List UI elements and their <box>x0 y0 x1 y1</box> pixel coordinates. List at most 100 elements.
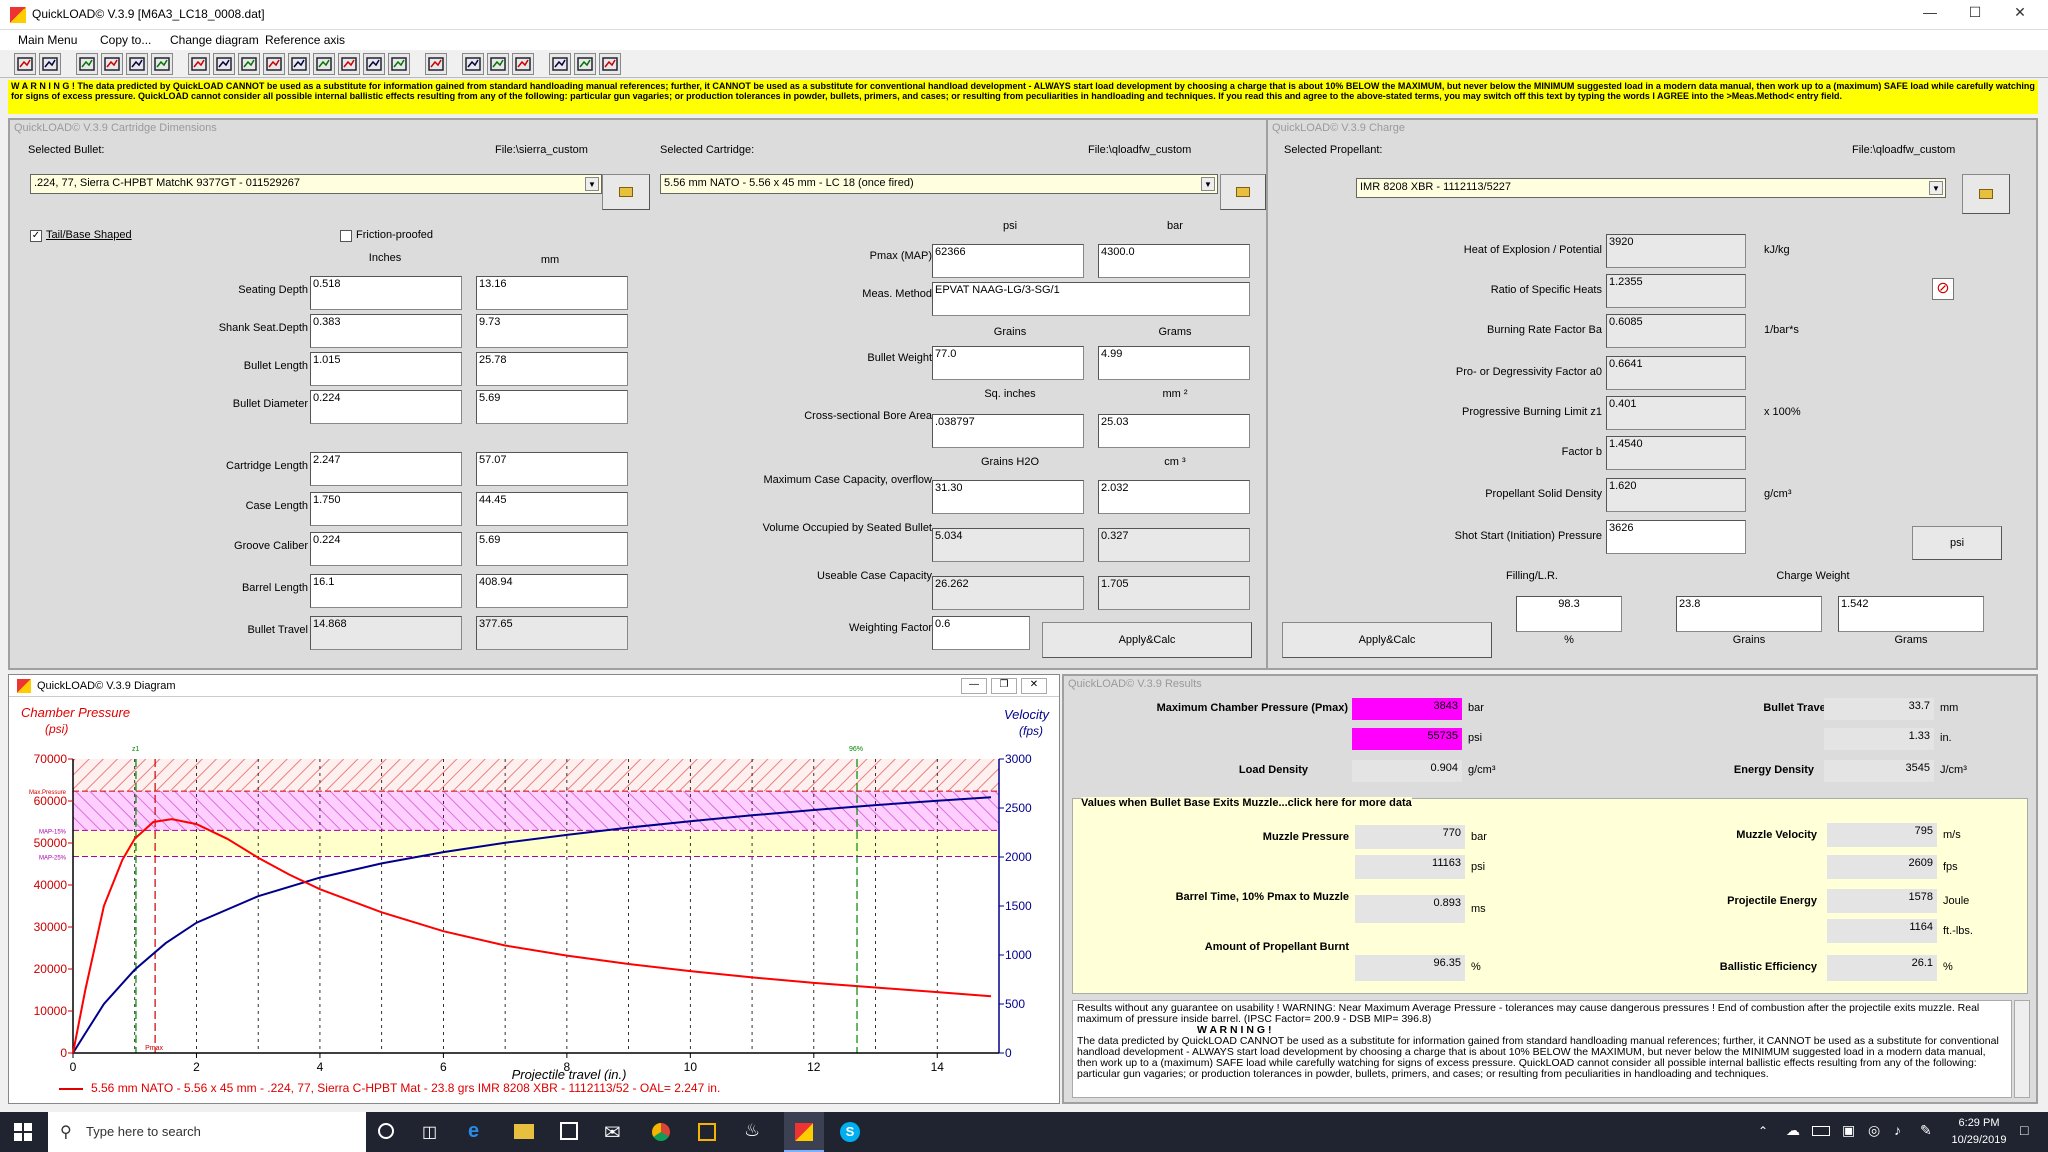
propellant-select[interactable]: IMR 8208 XBR - 1112113/5227 ▼ <box>1356 178 1946 198</box>
toolbar-open-icon[interactable] <box>14 53 36 75</box>
quickload-taskbar-icon[interactable] <box>784 1112 824 1152</box>
chevron-down-icon[interactable]: ▼ <box>1201 177 1215 191</box>
dim-row-mm-field[interactable]: 5.69 <box>476 532 628 566</box>
notifications-icon[interactable]: □ <box>2020 1122 2028 1138</box>
toolbar-print2-icon[interactable] <box>574 53 596 75</box>
skype-icon[interactable]: S <box>840 1122 860 1142</box>
pmax-psi-field[interactable]: 62366 <box>932 244 1084 278</box>
menu-reference-axis[interactable]: Reference axis <box>265 33 345 47</box>
toolbar-table-icon[interactable] <box>188 53 210 75</box>
dim-row-mm-field[interactable]: 25.78 <box>476 352 628 386</box>
charge-apply-calc-button[interactable]: Apply&Calc <box>1282 622 1492 658</box>
case-capacity-cm-field[interactable]: 2.032 <box>1098 480 1250 514</box>
cortana-icon[interactable] <box>378 1123 394 1139</box>
dim-row-inches-field[interactable]: 2.247 <box>310 452 462 486</box>
bore-area-mm-field[interactable]: 25.03 <box>1098 414 1250 448</box>
bullet-open-button[interactable] <box>602 174 650 210</box>
dim-row-inches-field[interactable]: 0.224 <box>310 532 462 566</box>
propellant-open-button[interactable] <box>1962 174 2010 214</box>
charge-grains-field[interactable]: 23.8 <box>1676 596 1822 632</box>
dim-row-inches-field[interactable]: 16.1 <box>310 574 462 608</box>
diagram-close-button[interactable]: ✕ <box>1021 678 1047 694</box>
pen-icon[interactable]: ✎ <box>1920 1122 1932 1139</box>
dim-row-mm-field[interactable]: 57.07 <box>476 452 628 486</box>
bullet-select[interactable]: .224, 77, Sierra C-HPBT MatchK 9377GT - … <box>30 174 602 194</box>
charge-row-field[interactable]: 1.2355 <box>1606 274 1746 308</box>
dim-row-inches-field[interactable]: 1.750 <box>310 492 462 526</box>
toolbar-chart6-icon[interactable] <box>338 53 360 75</box>
results-notes-scrollbar[interactable] <box>2014 1000 2030 1098</box>
battery-icon[interactable] <box>1812 1126 1830 1136</box>
network-icon[interactable]: ▣ <box>1842 1122 1855 1139</box>
toolbar-powder-icon[interactable] <box>126 53 148 75</box>
meas-method-field[interactable]: EPVAT NAAG-LG/3-SG/1 <box>932 282 1250 316</box>
file-explorer-icon[interactable] <box>514 1124 534 1139</box>
toolbar-chart4-icon[interactable] <box>288 53 310 75</box>
menu-change-diagram[interactable]: Change diagram <box>170 33 259 47</box>
toolbar-fire-icon[interactable] <box>512 53 534 75</box>
toolbar-chart7-icon[interactable] <box>363 53 385 75</box>
pressure-velocity-chart[interactable]: z1 96%PmaxMax.PressureMAP-15%MAP-25%01000… <box>9 697 1059 1081</box>
bullet-weight-grains-field[interactable]: 77.0 <box>932 346 1084 380</box>
toolbar-chart5-icon[interactable] <box>313 53 335 75</box>
dims-apply-calc-button[interactable]: Apply&Calc <box>1042 622 1252 658</box>
tail-base-checkbox[interactable]: ✓ <box>30 230 42 242</box>
case-capacity-gr-field[interactable]: 31.30 <box>932 480 1084 514</box>
toolbar-gun-icon[interactable] <box>599 53 621 75</box>
maximize-button[interactable]: ☐ <box>1955 4 1995 26</box>
dim-row-mm-field[interactable]: 13.16 <box>476 276 628 310</box>
dim-row-inches-field[interactable]: 1.015 <box>310 352 462 386</box>
toolbar-powder2-icon[interactable] <box>151 53 173 75</box>
chevron-down-icon[interactable]: ▼ <box>1929 181 1943 195</box>
menu-main[interactable]: Main Menu <box>18 33 77 47</box>
dim-row-mm-field[interactable]: 5.69 <box>476 390 628 424</box>
windows-start-icon[interactable] <box>14 1123 32 1141</box>
toolbar-list-icon[interactable] <box>388 53 410 75</box>
dim-row-mm-field[interactable]: 44.45 <box>476 492 628 526</box>
charge-row-field[interactable]: 0.6641 <box>1606 356 1746 390</box>
toolbar-chart1-icon[interactable] <box>213 53 235 75</box>
toolbar-bars-icon[interactable] <box>549 53 571 75</box>
volume-icon[interactable]: ♪ <box>1894 1122 1901 1138</box>
dim-row-inches-field[interactable]: 0.383 <box>310 314 462 348</box>
edge-icon[interactable]: e <box>468 1120 479 1143</box>
toolbar-bullet-icon[interactable] <box>76 53 98 75</box>
dim-row-inches-field[interactable]: 0.224 <box>310 390 462 424</box>
tray-chevron-icon[interactable]: ⌃ <box>1758 1124 1768 1138</box>
charge-grams-field[interactable]: 1.542 <box>1838 596 1984 632</box>
diagram-restore-button[interactable]: ❐ <box>991 678 1017 694</box>
bullet-weight-grams-field[interactable]: 4.99 <box>1098 346 1250 380</box>
cartridge-open-button[interactable] <box>1220 174 1266 210</box>
chrome-icon[interactable] <box>652 1123 670 1141</box>
toolbar-save-icon[interactable] <box>39 53 61 75</box>
clock-time[interactable]: 6:29 PM <box>1944 1117 2014 1129</box>
charge-row-field[interactable]: 1.4540 <box>1606 436 1746 470</box>
bore-area-in-field[interactable]: .038797 <box>932 414 1084 448</box>
bell-icon[interactable]: ♨ <box>744 1120 760 1141</box>
weighting-factor-field[interactable]: 0.6 <box>932 616 1030 650</box>
dim-row-mm-field[interactable]: 9.73 <box>476 314 628 348</box>
clock-date[interactable]: 10/29/2019 <box>1944 1134 2014 1146</box>
toolbar-chart3-icon[interactable] <box>263 53 285 75</box>
task-view-icon[interactable]: ◫ <box>422 1122 437 1142</box>
muzzle-values-title[interactable]: Values when Bullet Base Exits Muzzle...c… <box>1081 797 1412 809</box>
toolbar-chart2-icon[interactable] <box>238 53 260 75</box>
charge-row-field[interactable]: 3920 <box>1606 234 1746 268</box>
charge-row-field[interactable]: 0.401 <box>1606 396 1746 430</box>
chevron-down-icon[interactable]: ▼ <box>585 177 599 191</box>
globe-icon[interactable]: ◎ <box>1868 1122 1880 1139</box>
shot-start-psi-button[interactable]: psi <box>1912 526 2002 560</box>
diagram-minimize-button[interactable]: — <box>961 678 987 694</box>
onedrive-icon[interactable]: ☁ <box>1786 1122 1800 1139</box>
close-button[interactable]: ✕ <box>2000 4 2040 26</box>
toolbar-cartridge-icon[interactable] <box>101 53 123 75</box>
charge-row-field[interactable]: 1.620 <box>1606 478 1746 512</box>
charge-row-field[interactable]: 3626 <box>1606 520 1746 554</box>
dim-row-mm-field[interactable]: 408.94 <box>476 574 628 608</box>
dim-row-inches-field[interactable]: 0.518 <box>310 276 462 310</box>
pmax-bar-field[interactable]: 4300.0 <box>1098 244 1250 278</box>
charge-row-field[interactable]: 0.6085 <box>1606 314 1746 348</box>
app-icon-2[interactable] <box>698 1123 716 1141</box>
friction-checkbox[interactable] <box>340 230 352 242</box>
toolbar-print-icon[interactable] <box>487 53 509 75</box>
